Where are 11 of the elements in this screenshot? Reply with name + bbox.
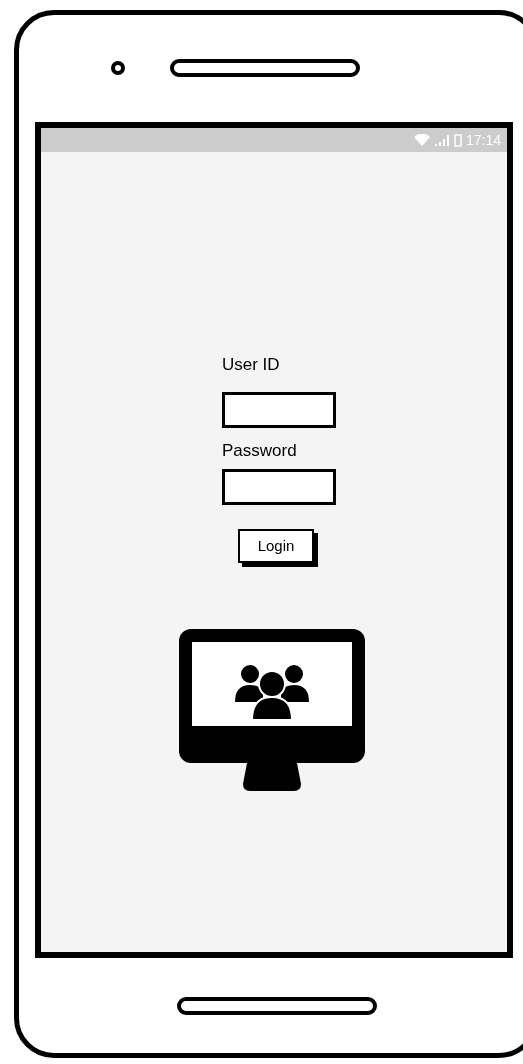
- wifi-icon: [413, 134, 430, 146]
- camera-icon: [111, 60, 125, 75]
- battery-icon: [453, 133, 462, 147]
- field-label: Password: [222, 439, 298, 462]
- input-field[interactable]: [222, 391, 336, 428]
- field-label: User ID: [222, 354, 281, 376]
- speaker-icon: [170, 58, 360, 77]
- monitor-users-icon: [179, 629, 365, 791]
- input-field[interactable]: [222, 469, 336, 505]
- home-button[interactable]: [177, 996, 377, 1015]
- signal-icon: [433, 134, 450, 146]
